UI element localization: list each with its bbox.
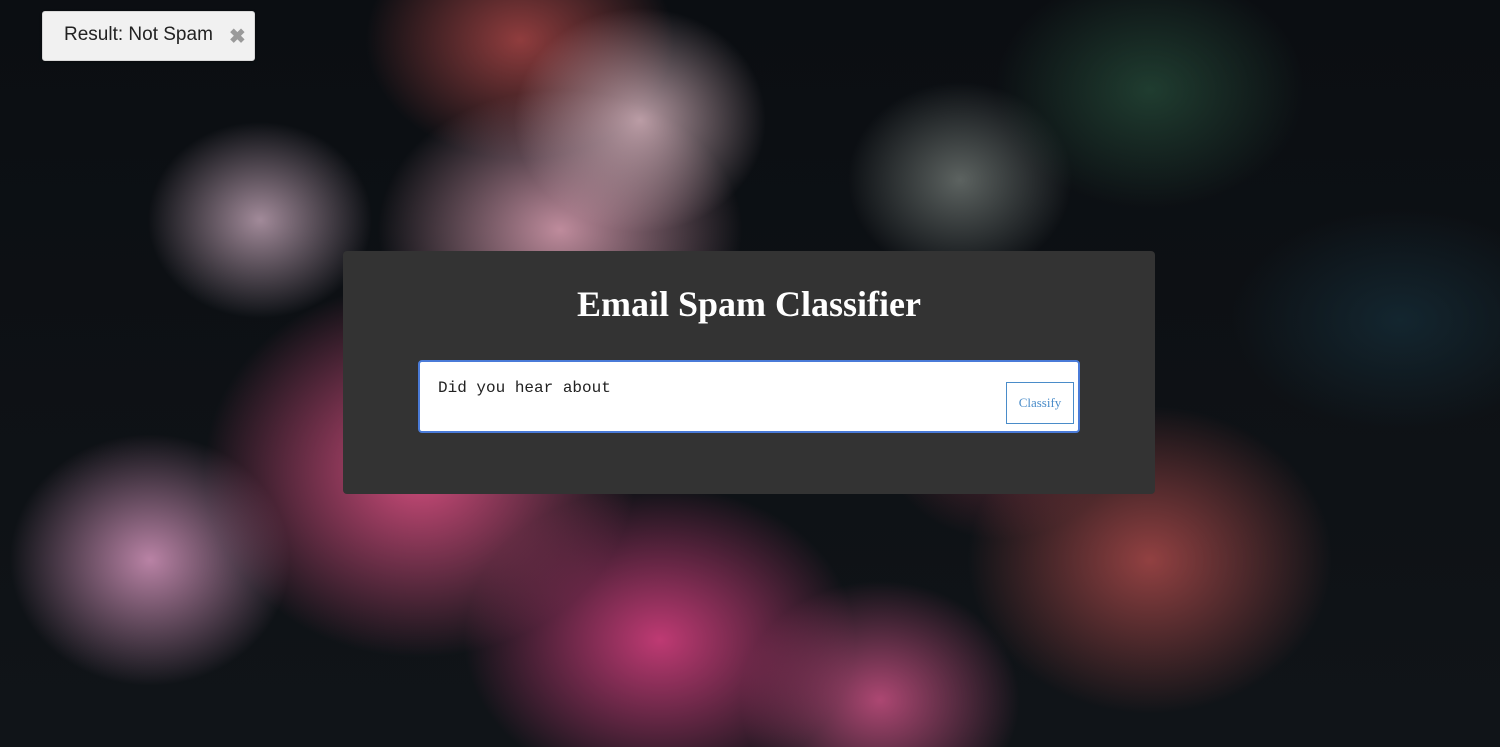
message-form: Did you hear about Classify (418, 360, 1080, 433)
page-title: Email Spam Classifier (576, 284, 921, 324)
result-notification: Result: Not Spam ✖ (42, 11, 255, 61)
classify-button[interactable]: Classify (1006, 382, 1074, 424)
close-icon[interactable]: ✖ (229, 27, 246, 47)
classifier-card: Email Spam Classifier Did you hear about… (343, 251, 1155, 494)
result-text: Result: Not Spam (64, 24, 213, 45)
email-message-input[interactable]: Did you hear about (420, 362, 1000, 431)
